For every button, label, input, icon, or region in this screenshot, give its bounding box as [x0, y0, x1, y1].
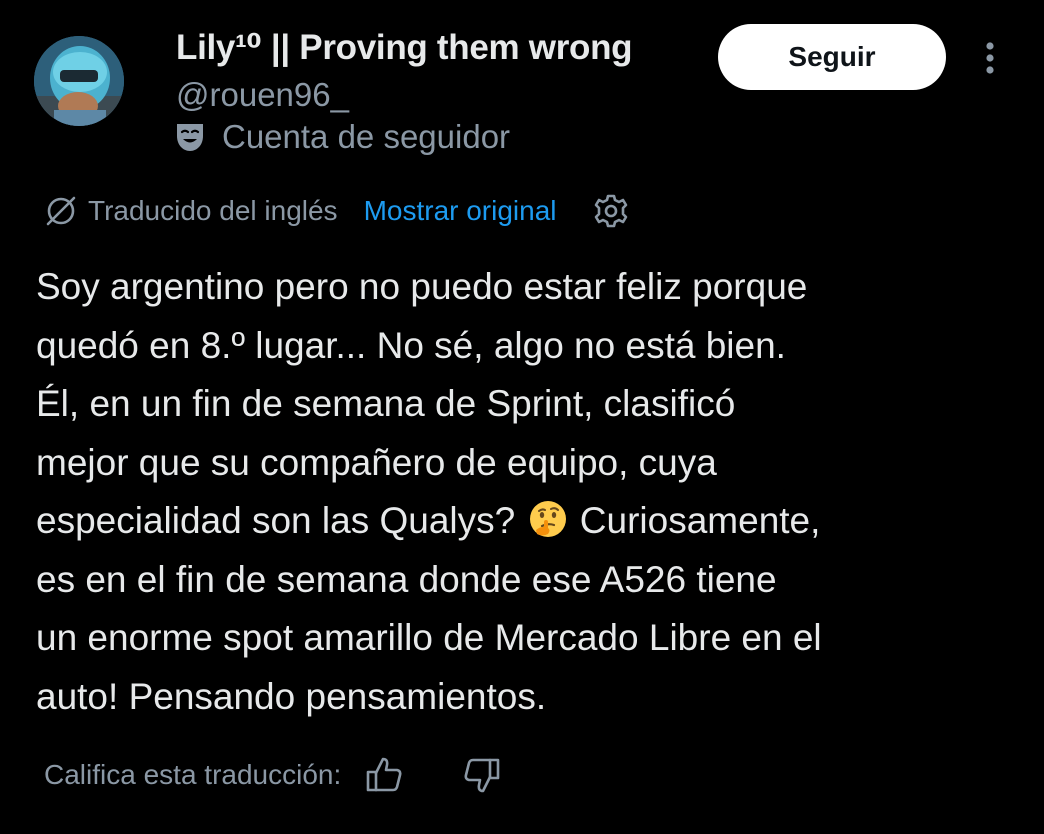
rate-translation-label: Califica esta traducción:	[44, 759, 342, 790]
gear-icon[interactable]	[591, 191, 631, 231]
tweet-line: auto! Pensando pensamientos.	[36, 675, 547, 717]
rate-translation-bar: Califica esta traducción:	[44, 752, 503, 798]
translation-bar: Traducido del inglés Mostrar original	[44, 190, 631, 232]
tweet-line: es en el fin de semana donde ese A526 ti…	[36, 558, 777, 600]
author-handle[interactable]: @rouen96_	[176, 76, 349, 114]
author-display-name[interactable]: Lily¹⁰ || Proving them wrong	[176, 28, 633, 68]
tweet-line: quedó en 8.º lugar... No sé, algo no est…	[36, 324, 786, 366]
tweet-line: un enorme spot amarillo de Mercado Libre…	[36, 617, 822, 658]
thumbs-up-icon[interactable]	[363, 754, 405, 796]
follow-button[interactable]: Seguir	[718, 24, 946, 90]
tweet-line: Soy argentino pero no puedo estar feliz …	[36, 266, 808, 307]
thumbs-down-icon[interactable]	[461, 754, 503, 796]
show-original-link[interactable]: Mostrar original	[364, 195, 557, 227]
tweet-line-part: especialidad son las Qualys?	[36, 500, 516, 541]
tweet-line: Él, en un fin de semana de Sprint, clasi…	[36, 383, 736, 424]
avatar-image	[34, 36, 124, 126]
translate-icon	[46, 196, 76, 226]
tweet-line-part: Curiosamente,	[579, 500, 821, 541]
avatar[interactable]	[34, 36, 124, 126]
tweet-line: especialidad son las Qualys? Curiosament…	[36, 492, 1011, 551]
tweet-line: mejor que su compañero de equipo, cuya	[36, 441, 717, 483]
theater-mask-icon	[177, 124, 203, 151]
account-type-label: Cuenta de seguidor	[222, 118, 511, 155]
translated-from-label: Traducido del inglés	[88, 195, 338, 226]
more-vertical-icon[interactable]	[972, 38, 1008, 78]
thinking-face-emoji	[529, 501, 566, 537]
tweet-text: Soy argentino pero no puedo estar feliz …	[36, 258, 1011, 726]
account-type-badge: Cuenta de seguidor	[172, 118, 510, 156]
